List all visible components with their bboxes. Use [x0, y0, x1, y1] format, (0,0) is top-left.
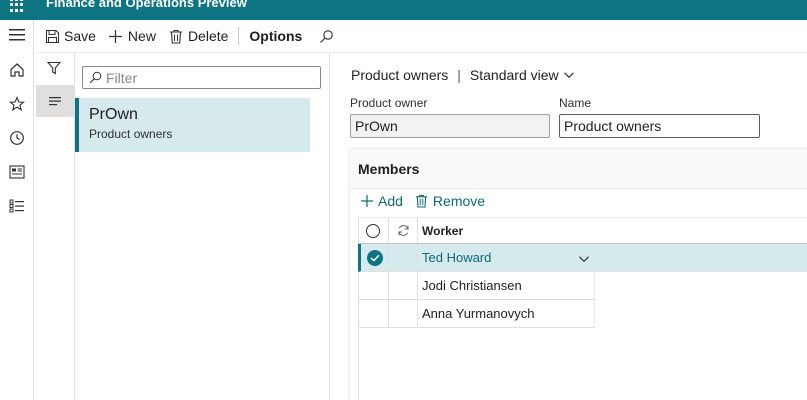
- plus-icon: [360, 194, 374, 208]
- star-icon[interactable]: [6, 93, 28, 115]
- filter-input[interactable]: [106, 69, 306, 86]
- name-label: Name: [559, 96, 592, 110]
- row-status-cell: [389, 300, 418, 327]
- table-row[interactable]: Ted Howard: [358, 244, 807, 272]
- remove-label: Remove: [432, 193, 486, 209]
- grid-header-row: Worker: [358, 217, 807, 244]
- list-pane: PrOwn Product owners: [75, 53, 330, 400]
- new-button[interactable]: New: [102, 20, 162, 53]
- hamburger-menu-icon[interactable]: [6, 24, 28, 46]
- page-breadcrumb: Product owners: [351, 67, 449, 83]
- product-owner-field[interactable]: [350, 114, 550, 138]
- table-row[interactable]: Anna Yurmanovych: [358, 300, 595, 328]
- remove-member-button[interactable]: Remove: [415, 193, 485, 209]
- members-section: Members Add Remove Worker Ted Howard Jod…: [350, 149, 807, 400]
- worker-cell[interactable]: Anna Yurmanovych: [418, 300, 595, 327]
- members-grid: Worker Ted Howard Jodi Christiansen Anna…: [358, 217, 807, 400]
- members-toolbar: Add Remove: [360, 193, 497, 209]
- worker-cell[interactable]: Ted Howard: [418, 244, 807, 271]
- row-checkbox[interactable]: [358, 300, 389, 327]
- table-row[interactable]: Jodi Christiansen: [358, 272, 595, 300]
- home-icon[interactable]: [6, 59, 28, 81]
- list-item-subtitle: Product owners: [89, 127, 173, 141]
- detail-pane: Product owners | Standard view Product o…: [331, 53, 807, 400]
- row-status-cell: [389, 244, 418, 271]
- list-item[interactable]: PrOwn Product owners: [75, 98, 310, 152]
- worker-column-header[interactable]: Worker: [418, 218, 807, 243]
- breadcrumb-separator: |: [457, 67, 461, 83]
- show-list-icon[interactable]: [36, 85, 74, 117]
- filter-strip: [35, 53, 75, 400]
- save-label: Save: [64, 28, 96, 44]
- view-selector[interactable]: Standard view: [470, 67, 559, 83]
- add-member-button[interactable]: Add: [360, 193, 403, 209]
- product-owner-label: Product owner: [350, 96, 428, 110]
- save-icon: [44, 28, 60, 44]
- app-title: Finance and Operations Preview: [46, 0, 247, 10]
- row-checkbox[interactable]: [361, 244, 389, 271]
- clock-icon[interactable]: [6, 127, 28, 149]
- worker-cell[interactable]: Jodi Christiansen: [418, 272, 595, 299]
- name-field[interactable]: [559, 114, 760, 138]
- save-button[interactable]: Save: [35, 20, 102, 53]
- plus-icon: [108, 28, 124, 44]
- chevron-down-icon[interactable]: [563, 69, 575, 81]
- action-pane: Save New Delete Options: [35, 20, 807, 53]
- worker-name: Ted Howard: [422, 250, 492, 265]
- search-button[interactable]: [312, 20, 344, 53]
- workspace-icon[interactable]: [6, 161, 28, 183]
- filter-icon[interactable]: [46, 61, 63, 77]
- options-button[interactable]: Options: [243, 20, 312, 53]
- checkmark-icon: [366, 249, 383, 266]
- add-label: Add: [378, 193, 403, 209]
- app-bar: Finance and Operations Preview: [0, 0, 807, 20]
- list-icon[interactable]: [6, 195, 28, 217]
- chevron-down-icon[interactable]: [578, 253, 590, 265]
- refresh-icon[interactable]: [389, 218, 418, 243]
- delete-label: Delete: [187, 28, 229, 44]
- select-all-checkbox[interactable]: [358, 218, 389, 243]
- members-header[interactable]: Members: [350, 149, 807, 189]
- trash-icon: [415, 194, 429, 208]
- toolbar-divider: [238, 27, 240, 45]
- trash-icon: [168, 28, 184, 44]
- view-selector-bar: Product owners | Standard view: [351, 67, 575, 83]
- row-status-cell: [389, 272, 418, 299]
- delete-button[interactable]: Delete: [162, 20, 234, 53]
- list-item-title: PrOwn: [89, 106, 138, 123]
- navigation-rail: [0, 20, 34, 400]
- row-checkbox[interactable]: [358, 272, 389, 299]
- search-icon: [318, 28, 334, 44]
- app-launcher-icon[interactable]: [10, 0, 24, 12]
- search-icon: [89, 71, 102, 84]
- filter-box[interactable]: [82, 66, 321, 89]
- new-label: New: [127, 28, 156, 44]
